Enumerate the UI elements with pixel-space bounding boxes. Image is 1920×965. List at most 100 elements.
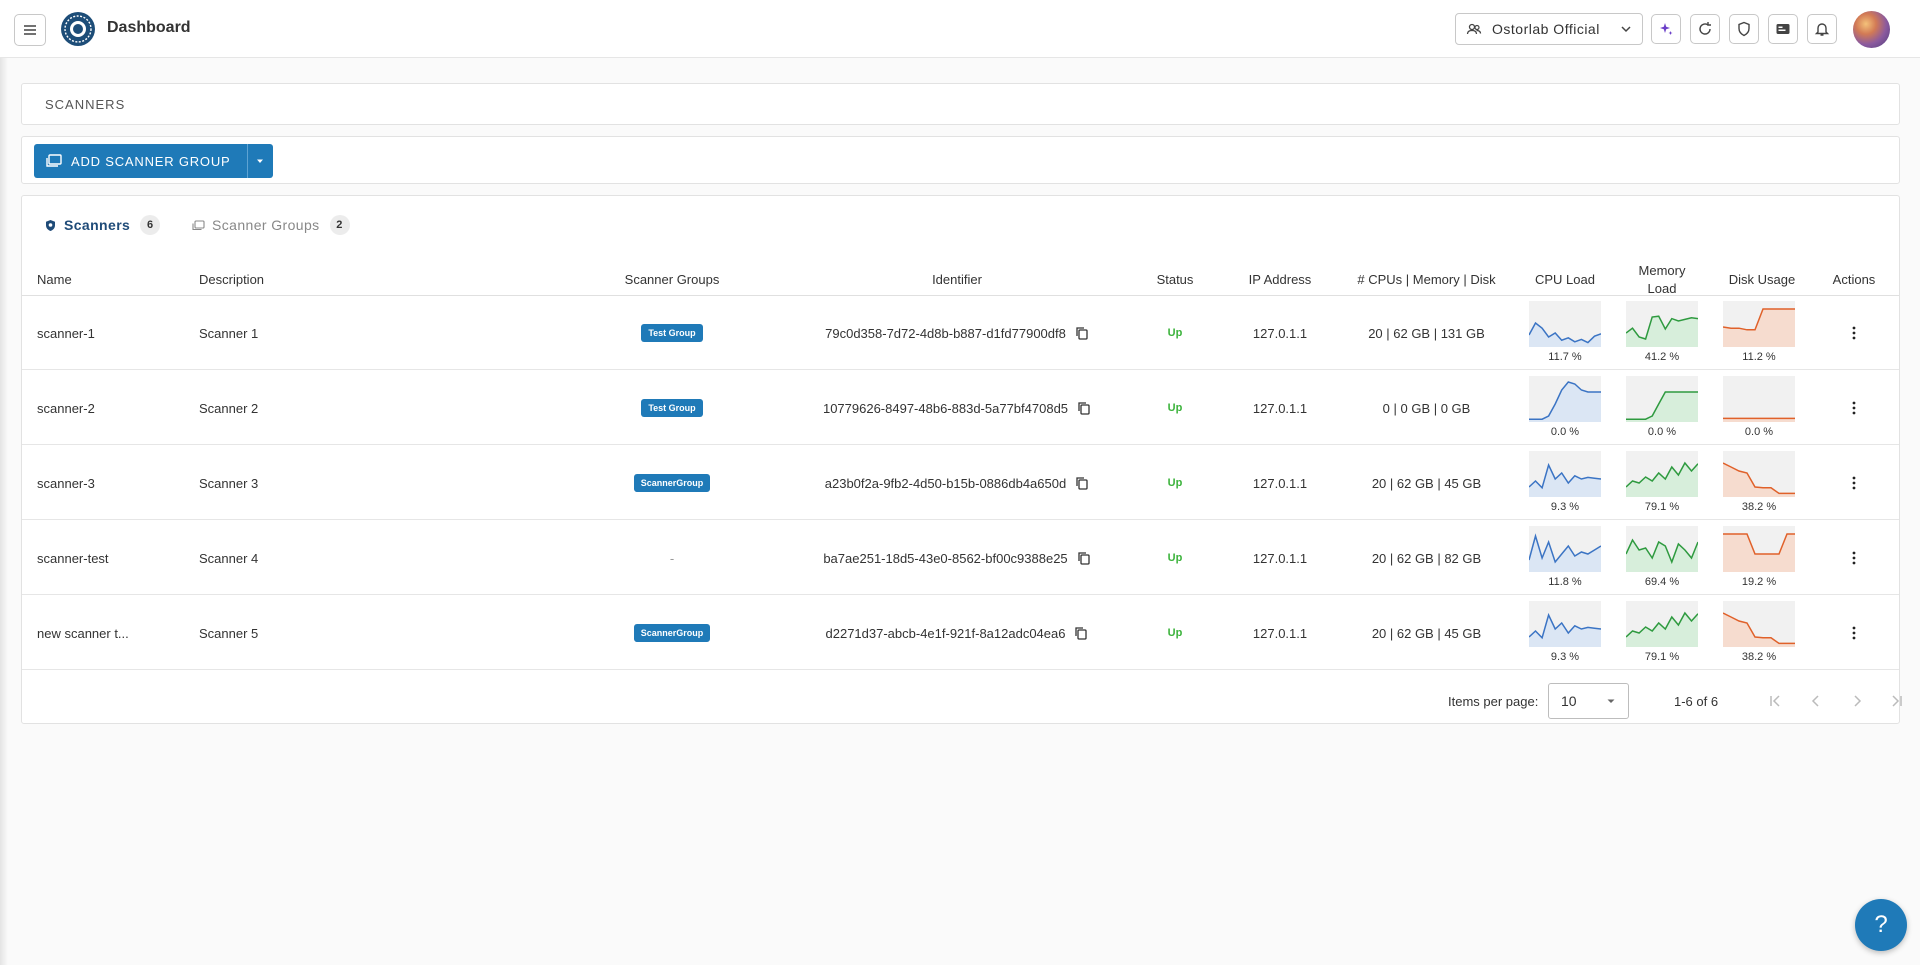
cpu-load-value: 9.3 %	[1550, 651, 1580, 663]
column-header-ip-address[interactable]: IP Address	[1222, 264, 1338, 296]
more-vertical-icon[interactable]	[1846, 400, 1862, 416]
status-cell: Up	[1140, 296, 1210, 370]
scanner-group-cell: ScannerGroup	[577, 596, 767, 670]
identifier-cell: a23b0f2a-9fb2-4d50-b15b-0886db4a650d	[807, 446, 1107, 520]
menu-button[interactable]	[14, 14, 46, 46]
organization-select[interactable]: Ostorlab Official	[1455, 13, 1643, 45]
disk-sparkline	[1723, 601, 1795, 647]
more-vertical-icon[interactable]	[1846, 550, 1862, 566]
first-page-button[interactable]	[1765, 691, 1785, 711]
copy-icon[interactable]	[1075, 326, 1089, 340]
add-options-dropdown[interactable]	[246, 144, 273, 178]
scanner-description: Scanner 4	[199, 550, 259, 566]
add-scanner-group-label: ADD SCANNER GROUP	[71, 153, 231, 169]
scanner-name[interactable]: scanner-test	[37, 521, 109, 595]
tab-scanner-groups-count: 2	[329, 215, 350, 235]
scanner-name[interactable]: scanner-2	[37, 371, 95, 445]
more-vertical-icon[interactable]	[1846, 625, 1862, 641]
first-page-icon	[1770, 695, 1780, 707]
table-row[interactable]: scanner-1 Scanner 1 Test Group 79c0d358-…	[22, 296, 1899, 370]
cpu-load-chart: 0.0 %	[1529, 376, 1601, 438]
cpu-load-chart: 9.3 %	[1529, 601, 1601, 663]
badge-button[interactable]	[1768, 14, 1798, 44]
table-row[interactable]: scanner-2 Scanner 2 Test Group 10779626-…	[22, 371, 1899, 445]
cpu-load-value: 0.0 %	[1550, 426, 1580, 438]
scanner-name[interactable]: scanner-3	[37, 446, 95, 520]
actions-cell	[1822, 371, 1886, 445]
scanner-name[interactable]: new scanner t...	[37, 596, 129, 670]
notifications-button[interactable]	[1807, 14, 1837, 44]
scanner-name[interactable]: scanner-1	[37, 296, 95, 370]
column-header-memory-load[interactable]: Memory Load	[1625, 263, 1699, 296]
scanner-resources: 20 | 62 GB | 131 GB	[1368, 325, 1485, 341]
scanner-identifier: ba7ae251-18d5-43e0-8562-bf00c9388e25	[823, 550, 1068, 566]
ai-assistant-button[interactable]	[1651, 14, 1681, 44]
column-header-cpu-load[interactable]: CPU Load	[1528, 264, 1602, 296]
copy-icon[interactable]	[1074, 626, 1088, 640]
column-header-status[interactable]: Status	[1140, 264, 1210, 296]
disk-usage-value: 38.2 %	[1741, 651, 1777, 663]
actions-cell	[1822, 596, 1886, 670]
more-vertical-icon[interactable]	[1846, 325, 1862, 341]
disk-usage-chart: 11.2 %	[1723, 301, 1795, 363]
column-header-identifier[interactable]: Identifier	[807, 264, 1107, 296]
scanner-ip: 127.0.1.1	[1252, 625, 1308, 641]
column-header-resources[interactable]: # CPUs | Memory | Disk	[1339, 264, 1514, 296]
pagination: Items per page: 10 1-6 of 6	[22, 681, 1902, 721]
scanner-resources: 20 | 62 GB | 45 GB	[1371, 475, 1482, 491]
cpu-sparkline	[1529, 301, 1601, 347]
more-vertical-icon[interactable]	[1846, 475, 1862, 491]
tab-scanners[interactable]: Scanners 6	[44, 213, 161, 237]
status-cell: Up	[1140, 446, 1210, 520]
refresh-icon	[1699, 22, 1711, 35]
avatar[interactable]	[1853, 11, 1890, 48]
scanner-group-badge[interactable]: Test Group	[641, 324, 703, 342]
scanner-group-badge[interactable]: ScannerGroup	[633, 474, 711, 492]
column-header-description[interactable]: Description	[199, 264, 264, 296]
scanner-group-badge[interactable]: ScannerGroup	[633, 624, 711, 642]
items-per-page-select[interactable]: 10	[1548, 683, 1629, 719]
add-scanner-group-button[interactable]: ADD SCANNER GROUP	[34, 144, 247, 178]
status-badge: Up	[1167, 552, 1183, 564]
sparkle-icon	[1660, 23, 1673, 35]
scanner-group-cell: Test Group	[577, 371, 767, 445]
column-header-scanner-groups[interactable]: Scanner Groups	[577, 264, 767, 296]
updates-button[interactable]	[1690, 14, 1720, 44]
scanner-identifier: 79c0d358-7d72-4d8b-b887-d1fd77900df8	[825, 325, 1066, 341]
copy-icon[interactable]	[1077, 551, 1091, 565]
tab-scanner-groups[interactable]: Scanner Groups 2	[192, 213, 350, 237]
copy-icon[interactable]	[1077, 401, 1091, 415]
column-header-disk-usage[interactable]: Disk Usage	[1717, 264, 1807, 296]
table-row[interactable]: scanner-test Scanner 4 - ba7ae251-18d5-4…	[22, 521, 1899, 595]
memory-load-chart: 79.1 %	[1626, 601, 1698, 663]
bell-icon	[1814, 23, 1830, 36]
organization-name: Ostorlab Official	[1492, 21, 1600, 37]
left-edge-shadow	[0, 58, 8, 965]
memory-sparkline	[1626, 301, 1698, 347]
memory-sparkline	[1626, 601, 1698, 647]
status-badge: Up	[1167, 327, 1183, 339]
disk-sparkline	[1723, 376, 1795, 422]
next-page-button[interactable]	[1847, 691, 1867, 711]
table-row[interactable]: new scanner t... Scanner 5 ScannerGroup …	[22, 596, 1899, 670]
logo-icon[interactable]	[60, 11, 96, 47]
tab-scanners-label: Scanners	[64, 217, 131, 233]
memory-load-value: 79.1 %	[1644, 651, 1680, 663]
disk-sparkline	[1723, 451, 1795, 497]
last-page-button[interactable]	[1887, 691, 1907, 711]
status-badge: Up	[1167, 402, 1183, 414]
cpu-load-chart: 9.3 %	[1529, 451, 1601, 513]
memory-load-chart: 79.1 %	[1626, 451, 1698, 513]
help-button[interactable]: ?	[1855, 899, 1907, 951]
chevron-down-icon	[1621, 26, 1631, 33]
security-button[interactable]	[1729, 14, 1759, 44]
copy-icon[interactable]	[1075, 476, 1089, 490]
scanner-group-badge[interactable]: Test Group	[641, 399, 703, 417]
previous-page-button[interactable]	[1806, 691, 1826, 711]
disk-sparkline	[1723, 526, 1795, 572]
column-header-name[interactable]: Name	[37, 264, 72, 296]
breadcrumb-label: SCANNERS	[45, 97, 126, 112]
table-row[interactable]: scanner-3 Scanner 3 ScannerGroup a23b0f2…	[22, 446, 1899, 520]
identifier-cell: d2271d37-abcb-4e1f-921f-8a12adc04ea6	[807, 596, 1107, 670]
disk-usage-chart: 19.2 %	[1723, 526, 1795, 588]
